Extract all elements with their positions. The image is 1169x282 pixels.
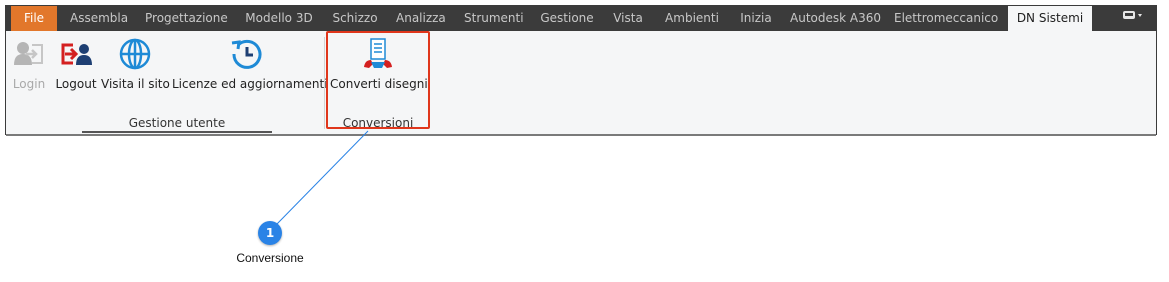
login-label: Login [12,77,46,91]
tab-file[interactable]: File [11,6,57,31]
logout-icon [61,43,92,65]
panel-options-icon [1123,11,1142,19]
ribbon-tab-bar: File Assembla Progettazione Modello 3D S… [6,6,1156,32]
login-icon [14,42,43,65]
globe-icon [119,38,151,70]
tab-strumenti[interactable]: Strumenti [456,6,530,31]
tab-analizza[interactable]: Analizza [388,6,452,31]
callout-number-badge: 1 [258,221,282,245]
tab-modello-3d[interactable]: Modello 3D [236,6,322,31]
tab-progettazione[interactable]: Progettazione [137,6,235,31]
tab-schizzo[interactable]: Schizzo [324,6,386,31]
tab-autodesk-a360[interactable]: Autodesk A360 [782,6,884,31]
ribbon-panel-dn-sistemi: Login Logout Visita il sito Licenze ed a… [6,31,1156,136]
tab-ambienti[interactable]: Ambienti [654,6,730,31]
callout-label: Conversione [236,251,304,265]
clock-update-icon [231,39,262,69]
group-label-gestione-utente: Gestione utente [128,116,226,130]
tab-elettromeccanico[interactable]: Elettromeccanico [886,6,1004,31]
visit-site-label: Visita il sito [101,77,170,91]
tab-inizia[interactable]: Inizia [732,6,780,31]
tab-dn-sistemi[interactable]: DN Sistemi [1008,6,1092,32]
licenses-updates-label: Licenze ed aggiornamenti [172,77,328,91]
logout-button[interactable]: Logout [52,31,100,117]
tab-gestione[interactable]: Gestione [532,6,602,31]
login-button[interactable]: Login [8,31,50,117]
tab-vista[interactable]: Vista [604,6,652,31]
conversions-highlight-box [326,31,430,129]
logout-label: Logout [55,77,97,91]
tab-assembla[interactable]: Assembla [62,6,136,31]
ribbon-options-button[interactable] [1114,6,1148,31]
visit-site-button[interactable]: Visita il sito [101,31,170,117]
ribbon: File Assembla Progettazione Modello 3D S… [5,5,1157,136]
licenses-updates-button[interactable]: Licenze ed aggiornamenti [172,31,328,117]
group-underline [82,131,272,133]
group-separator [324,37,325,129]
